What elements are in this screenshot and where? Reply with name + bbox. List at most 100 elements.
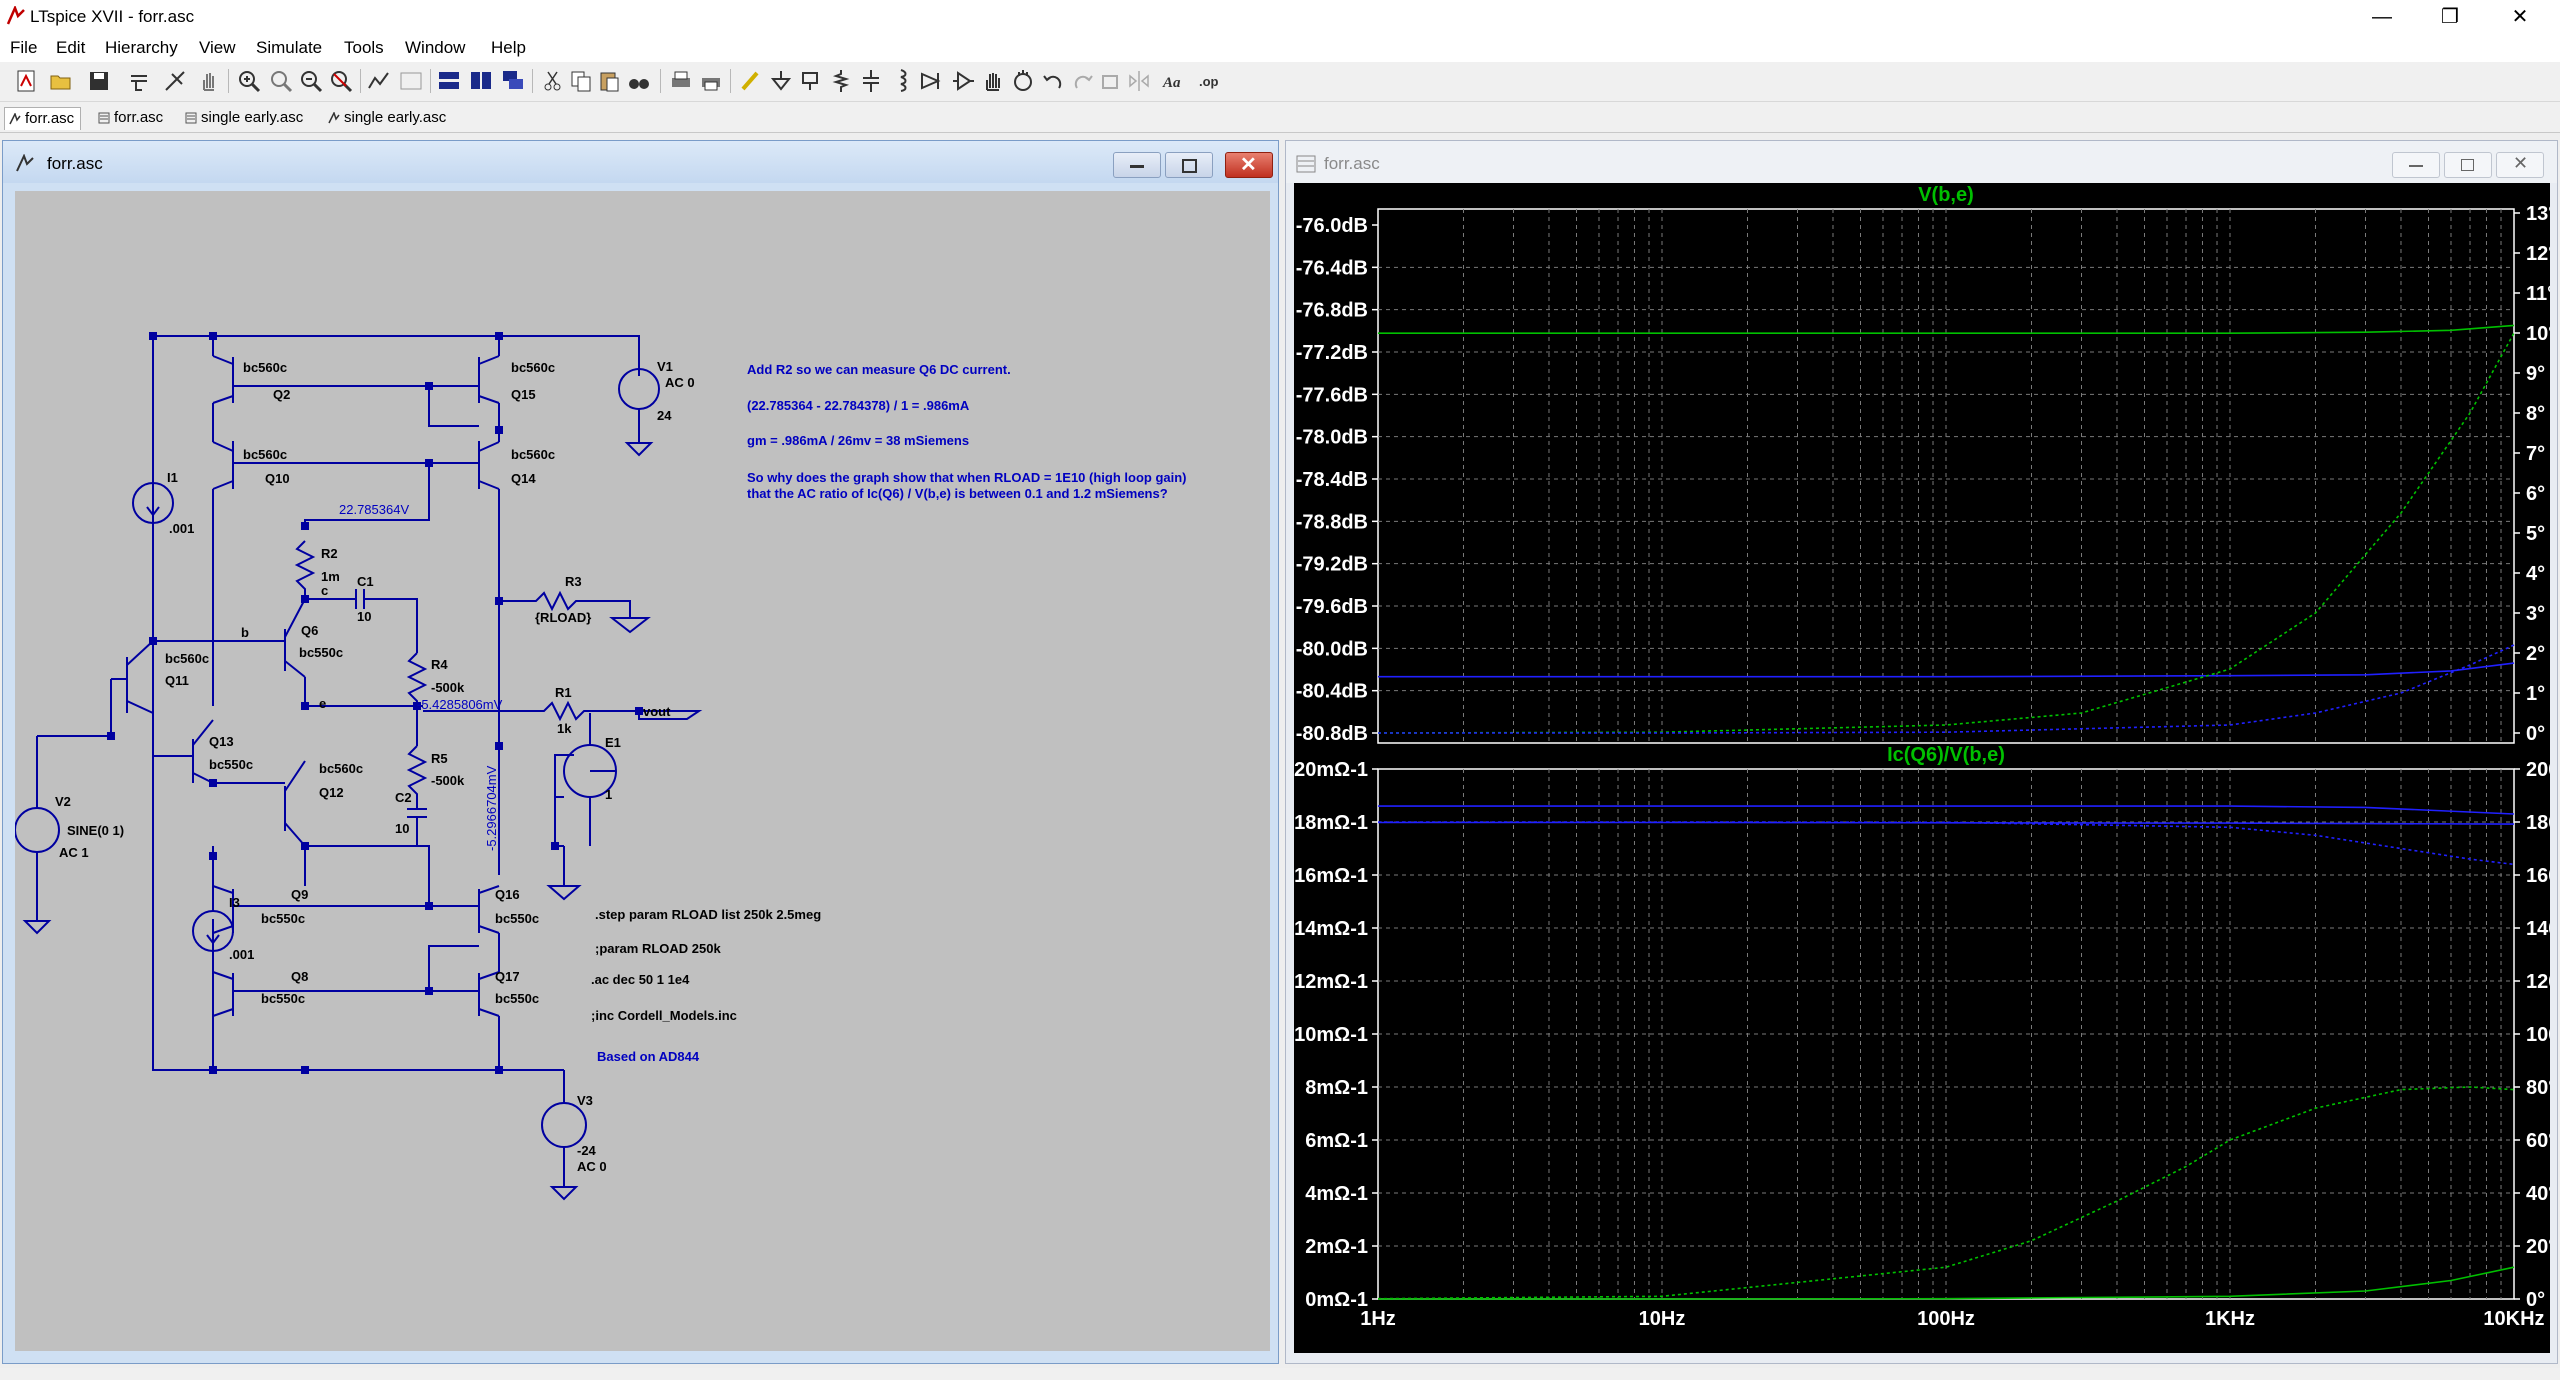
directive-step[interactable]: .step param RLOAD list 250k 2.5meg xyxy=(595,907,821,922)
copy-icon[interactable] xyxy=(568,68,594,94)
move-hand-icon[interactable] xyxy=(980,68,1006,94)
y-left-tick-label: 14mΩ-1 xyxy=(1294,918,1368,940)
menu-file[interactable]: File xyxy=(10,38,37,58)
ground-icon[interactable] xyxy=(768,68,794,94)
y-right-tick-label: 9° xyxy=(2526,363,2545,385)
q11-model-label: bc560c xyxy=(165,651,209,666)
spice-directive-icon[interactable]: .op xyxy=(1196,68,1222,94)
fft-icon[interactable] xyxy=(398,68,424,94)
control-panel-icon[interactable] xyxy=(126,68,152,94)
note-line-4: So why does the graph show that when RLO… xyxy=(747,470,1187,485)
zoom-in-icon[interactable] xyxy=(236,68,262,94)
print-icon[interactable] xyxy=(668,68,694,94)
plot-tab-icon xyxy=(98,112,110,124)
cut-icon[interactable] xyxy=(540,68,566,94)
directive-ac[interactable]: .ac dec 50 1 1e4 xyxy=(591,972,690,987)
schematic-minimize-button[interactable] xyxy=(1113,152,1161,178)
save-icon[interactable] xyxy=(86,68,112,94)
plot-window-titlebar[interactable]: forr.asc ✕ xyxy=(1286,141,2557,183)
menu-help[interactable]: Help xyxy=(491,38,526,58)
y-right-tick-label: 140° xyxy=(2526,918,2550,940)
menu-view[interactable]: View xyxy=(199,38,236,58)
q14-model-label: bc560c xyxy=(511,447,555,462)
find-binoculars-icon[interactable] xyxy=(626,68,652,94)
resistor-icon[interactable] xyxy=(828,68,854,94)
close-button[interactable]: ✕ xyxy=(2490,0,2550,34)
plot-restore-button[interactable] xyxy=(2444,152,2492,178)
plot-minimize-button[interactable] xyxy=(2392,152,2440,178)
tab-label: single early.asc xyxy=(344,109,447,126)
tab-label: forr.asc xyxy=(114,109,164,126)
tile-horizontal-icon[interactable] xyxy=(436,68,462,94)
node-e-label: e xyxy=(319,696,326,711)
r2-value-label: 1m xyxy=(321,569,340,584)
menu-hierarchy[interactable]: Hierarchy xyxy=(105,38,178,58)
undo-icon[interactable] xyxy=(1040,68,1066,94)
menu-tools[interactable]: Tools xyxy=(344,38,384,58)
tab-label: forr.asc xyxy=(25,110,75,127)
tab-forr-2[interactable]: forr.asc xyxy=(94,107,163,129)
autorange-icon[interactable] xyxy=(366,68,392,94)
r4-label: R4 xyxy=(431,657,448,672)
y-left-tick-label: -78.4dB xyxy=(1296,469,1368,491)
x-tick-label: 1KHz xyxy=(2205,1308,2255,1330)
ltspice-logo-icon xyxy=(6,6,25,25)
rotate-icon[interactable] xyxy=(1098,68,1124,94)
app-title: LTspice XVII - forr.asc xyxy=(30,7,195,26)
y-right-tick-label: 7° xyxy=(2526,443,2545,465)
open-folder-icon[interactable] xyxy=(48,68,74,94)
schematic-close-button[interactable]: ✕ xyxy=(1225,152,1273,178)
schematic-restore-button[interactable] xyxy=(1165,152,1213,178)
zoom-out-icon[interactable] xyxy=(298,68,324,94)
i3-label: I3 xyxy=(229,895,240,910)
paste-icon[interactable] xyxy=(596,68,622,94)
mirror-icon[interactable] xyxy=(1126,68,1152,94)
capacitor-icon[interactable] xyxy=(858,68,884,94)
label-net-icon[interactable] xyxy=(798,68,824,94)
plot-close-button[interactable]: ✕ xyxy=(2496,152,2544,178)
cascade-icon[interactable] xyxy=(500,68,526,94)
inductor-icon[interactable] xyxy=(888,68,914,94)
drag-hand-icon[interactable] xyxy=(1010,68,1036,94)
q10-label: Q10 xyxy=(265,471,290,486)
pan-hand-icon[interactable] xyxy=(196,68,222,94)
text-icon[interactable]: Aa xyxy=(1160,68,1186,94)
draw-wire-icon[interactable] xyxy=(738,68,764,94)
directive-param-comment[interactable]: ;param RLOAD 250k xyxy=(595,941,721,956)
tab-single-early-1[interactable]: single early.asc xyxy=(181,107,303,129)
y-right-tick-label: 180° xyxy=(2526,812,2550,834)
node-c-label: c xyxy=(321,583,328,598)
schematic-canvas[interactable]: bc560c Q2 bc560c Q15 bc560c Q10 bc560c Q… xyxy=(15,191,1270,1351)
menu-edit[interactable]: Edit xyxy=(56,38,85,58)
zoom-fit-icon[interactable] xyxy=(328,68,354,94)
print-setup-icon[interactable] xyxy=(698,68,724,94)
tab-single-early-2[interactable]: single early.asc xyxy=(324,107,446,129)
redo-icon[interactable] xyxy=(1070,68,1096,94)
q12-label: Q12 xyxy=(319,785,344,800)
q8-label: Q8 xyxy=(291,969,308,984)
tile-vertical-icon[interactable] xyxy=(468,68,494,94)
tab-forr-1[interactable]: forr.asc xyxy=(4,107,82,130)
diode-icon[interactable] xyxy=(918,68,944,94)
c1-label: C1 xyxy=(357,574,374,589)
y-right-tick-label: 20° xyxy=(2526,1236,2550,1258)
v1-dc-label: 24 xyxy=(657,408,672,423)
schematic-window-titlebar[interactable]: forr.asc ✕ xyxy=(3,141,1278,183)
minimize-button[interactable]: — xyxy=(2352,0,2412,34)
zoom-pan-icon[interactable] xyxy=(268,68,294,94)
q17-model-label: bc550c xyxy=(495,991,539,1006)
maximize-button[interactable]: ❐ xyxy=(2420,0,2480,34)
y-left-tick-label: -76.0dB xyxy=(1296,215,1368,237)
menu-simulate[interactable]: Simulate xyxy=(256,38,322,58)
x-tick-label: 100Hz xyxy=(1917,1308,1975,1330)
note-line-5: that the AC ratio of Ic(Q6) / V(b,e) is … xyxy=(747,486,1168,501)
directive-include-comment[interactable]: ;inc Cordell_Models.inc xyxy=(591,1008,737,1023)
c2-value-label: 10 xyxy=(395,821,409,836)
r1-label: R1 xyxy=(555,685,572,700)
component-icon[interactable] xyxy=(950,68,976,94)
run-icon[interactable] xyxy=(162,68,188,94)
v2-ac-label: AC 1 xyxy=(59,845,89,860)
menu-window[interactable]: Window xyxy=(405,38,465,58)
waveform-plot-canvas[interactable]: -76.0dB -76.4dB -76.8dB -77.2dB -77.6dB -78.0… xyxy=(1294,183,2550,1353)
new-schematic-icon[interactable] xyxy=(14,68,40,94)
